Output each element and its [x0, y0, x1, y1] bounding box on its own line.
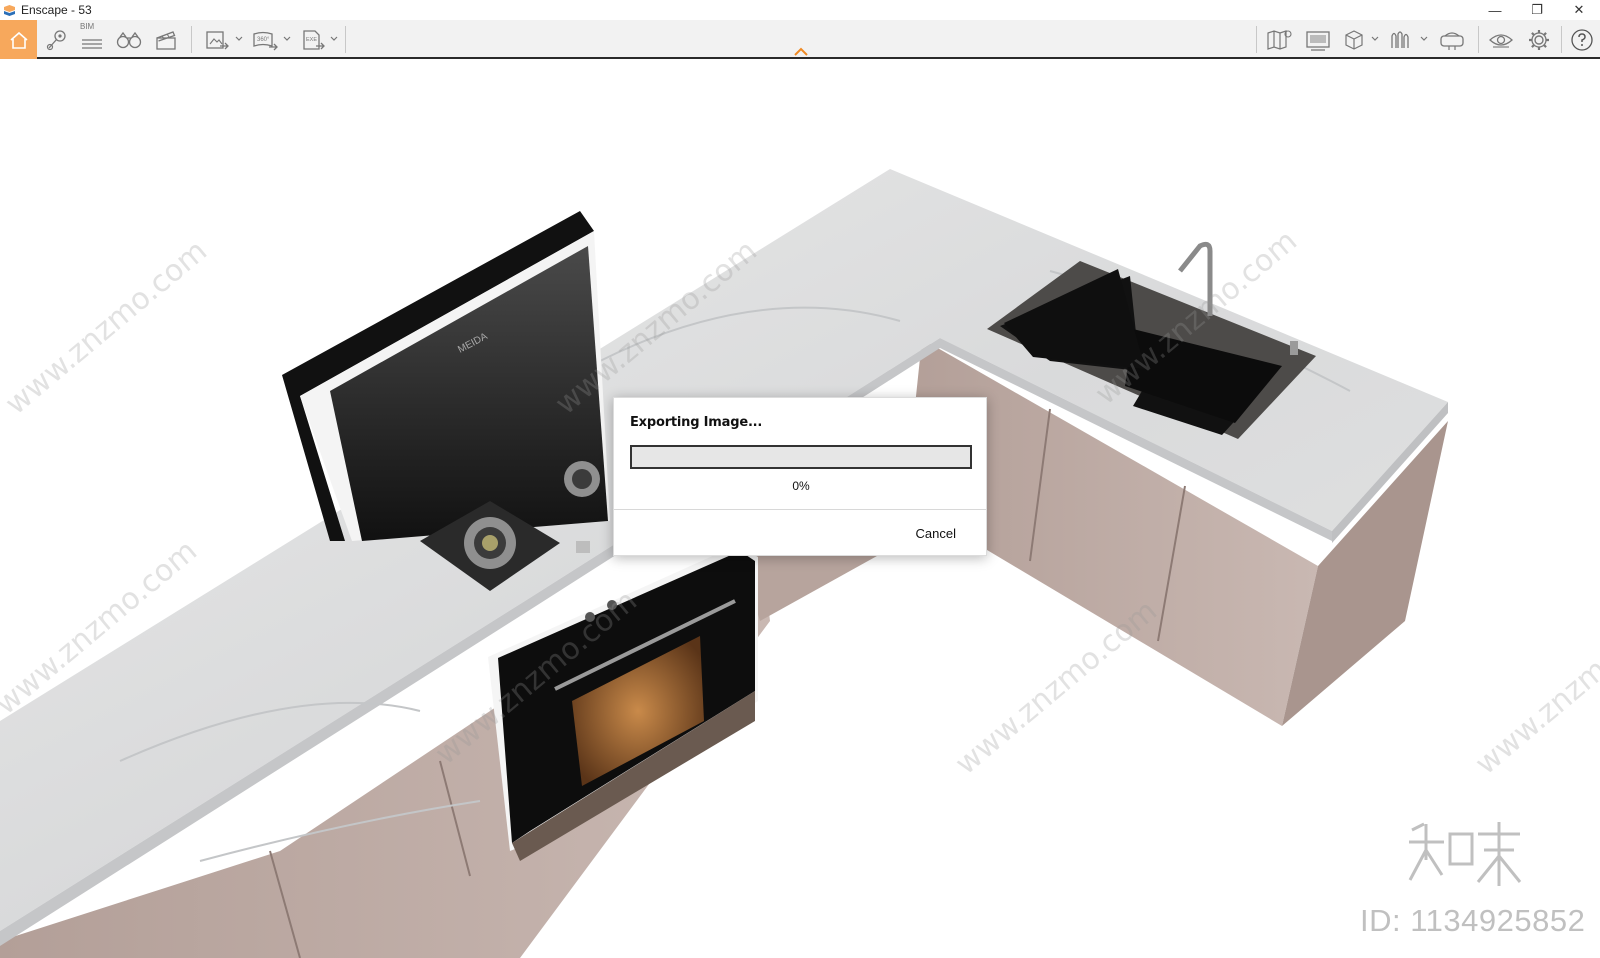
- window-title: Enscape - 53: [21, 3, 92, 17]
- toolbar-separator: [1561, 26, 1562, 53]
- progress-bar: [630, 445, 972, 469]
- vr-headset-button[interactable]: [1437, 22, 1467, 57]
- dialog-title: Exporting Image...: [630, 415, 763, 430]
- toolbar: BIM 360° EXE: [0, 20, 1600, 59]
- visual-presets-icon: [1391, 30, 1409, 48]
- window-controls: — ❐ ✕: [1474, 0, 1600, 20]
- collapse-toolbar-button[interactable]: [793, 44, 809, 56]
- export-panorama-button[interactable]: 360°: [251, 22, 279, 57]
- close-button[interactable]: ✕: [1558, 0, 1600, 20]
- asset-library-button[interactable]: [1340, 22, 1368, 57]
- binoculars-button[interactable]: [114, 22, 144, 57]
- bim-icon: [82, 38, 102, 49]
- views-button[interactable]: [42, 22, 72, 57]
- export-exe-icon: EXE: [303, 29, 325, 50]
- map-icon: [1267, 29, 1292, 50]
- chevron-down-icon: [1420, 36, 1428, 41]
- chevron-down-icon: [1371, 36, 1379, 41]
- cancel-button[interactable]: Cancel: [916, 526, 956, 541]
- toolbar-separator: [191, 26, 192, 53]
- video-editor-button[interactable]: [152, 22, 180, 57]
- binoculars-icon: [116, 31, 142, 48]
- restore-button[interactable]: ❐: [1516, 0, 1558, 20]
- display-icon: [1306, 30, 1330, 51]
- export-exe-dropdown[interactable]: [329, 34, 339, 44]
- image-id-watermark: ID: 1134925852: [1360, 903, 1586, 938]
- export-image-icon: [206, 30, 229, 49]
- progress-percent-text: 0%: [792, 479, 810, 493]
- export-image-dropdown[interactable]: [234, 34, 244, 44]
- export-exe-button[interactable]: EXE: [299, 22, 327, 57]
- cube-icon: [1345, 29, 1363, 50]
- chevron-up-icon: [794, 47, 808, 56]
- gear-icon: [1529, 29, 1549, 50]
- bim-button[interactable]: BIM: [78, 22, 106, 57]
- location-pin-icon: [46, 29, 66, 50]
- exe-label: EXE: [306, 37, 317, 43]
- visual-presets-button[interactable]: [1388, 22, 1416, 57]
- asset-library-dropdown[interactable]: [1370, 34, 1380, 44]
- home-button[interactable]: [0, 20, 37, 59]
- enscape-logo-icon: [2, 3, 16, 17]
- home-icon: [9, 31, 28, 49]
- chevron-down-icon: [235, 36, 243, 41]
- chevron-down-icon: [283, 36, 291, 41]
- view-settings-button[interactable]: [1486, 22, 1516, 57]
- help-button[interactable]: [1568, 22, 1596, 57]
- map-button[interactable]: [1264, 22, 1294, 57]
- eye-icon: [1489, 33, 1513, 48]
- minimize-button[interactable]: —: [1474, 0, 1516, 20]
- export-panorama-dropdown[interactable]: [282, 34, 292, 44]
- export-panorama-icon: 360°: [253, 31, 278, 50]
- help-icon: [1571, 28, 1593, 51]
- clapperboard-icon: [156, 30, 176, 50]
- settings-button[interactable]: [1524, 22, 1554, 57]
- vr-headset-icon: [1440, 31, 1464, 50]
- bim-label: BIM: [80, 22, 95, 31]
- toolbar-separator: [1478, 26, 1479, 53]
- brand-watermark-logo: [1404, 820, 1524, 890]
- enscape-window: Enscape - 53 — ❐ ✕ BIM 360° EXE MEIDA ww…: [0, 0, 1600, 958]
- chevron-down-icon: [330, 36, 338, 41]
- toolbar-separator: [345, 26, 346, 53]
- export-progress-dialog: Exporting Image... 0% Cancel: [613, 397, 987, 556]
- display-button[interactable]: [1303, 22, 1333, 57]
- toolbar-separator: [1256, 26, 1257, 53]
- visual-presets-dropdown[interactable]: [1419, 34, 1429, 44]
- title-bar: Enscape - 53 — ❐ ✕: [0, 0, 1600, 20]
- dialog-divider: [614, 509, 986, 510]
- export-image-button[interactable]: [203, 22, 231, 57]
- panorama-label: 360°: [257, 37, 270, 43]
